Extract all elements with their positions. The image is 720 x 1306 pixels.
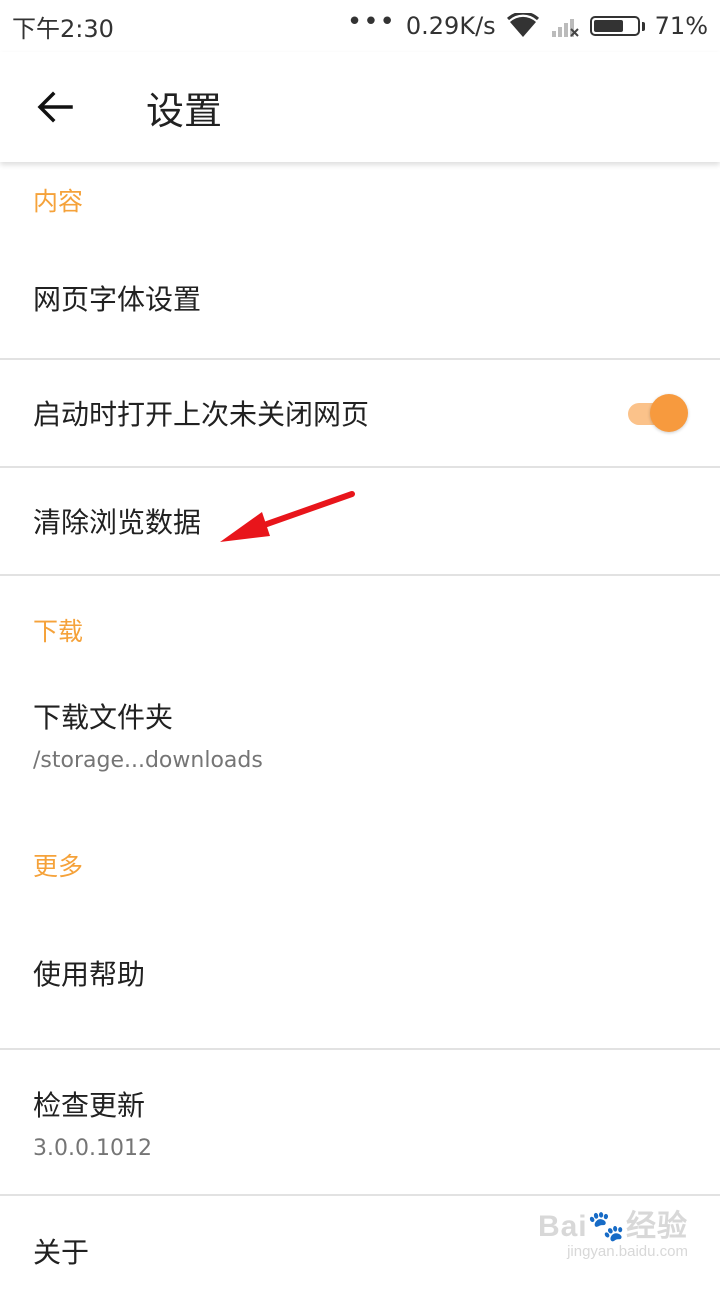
setting-label: 清除浏览数据 <box>33 506 202 539</box>
back-button[interactable] <box>0 52 110 162</box>
cell-signal-icon <box>551 19 579 37</box>
battery-icon <box>589 16 645 36</box>
setting-label: 下载文件夹 <box>33 701 174 734</box>
battery-percent: 71% <box>654 12 708 40</box>
setting-label: 网页字体设置 <box>33 283 202 316</box>
more-dots-icon: ••• <box>346 7 396 37</box>
watermark-url: jingyan.baidu.com <box>567 1243 688 1260</box>
arrow-left-icon <box>37 91 73 123</box>
status-bar: 下午2:30 ••• 0.29K/s 71% <box>0 0 720 52</box>
setting-check-update[interactable]: 检查更新 3.0.0.1012 <box>0 1050 720 1196</box>
setting-download-folder[interactable]: 下载文件夹 /storage...downloads <box>0 684 720 832</box>
setting-subtitle: /storage...downloads <box>33 748 263 773</box>
wifi-icon <box>506 13 539 37</box>
section-header-download: 下载 <box>33 617 84 646</box>
setting-subtitle: 3.0.0.1012 <box>33 1135 152 1161</box>
setting-help[interactable]: 使用帮助 <box>0 898 720 1050</box>
setting-restore-tabs[interactable]: 启动时打开上次未关闭网页 <box>0 360 720 468</box>
status-time: 下午2:30 <box>12 14 114 43</box>
setting-font[interactable]: 网页字体设置 <box>0 238 720 360</box>
setting-label: 使用帮助 <box>33 958 146 991</box>
restore-tabs-toggle[interactable] <box>628 393 688 433</box>
page-title: 设置 <box>146 88 223 133</box>
section-header-content: 内容 <box>33 187 84 216</box>
section-header-more: 更多 <box>33 852 84 881</box>
network-speed: 0.29K/s <box>405 12 496 40</box>
setting-label: 启动时打开上次未关闭网页 <box>33 398 370 431</box>
setting-label: 检查更新 <box>33 1088 146 1122</box>
app-bar: 设置 <box>0 52 720 162</box>
watermark-title: Bai🐾经验 <box>537 1210 688 1243</box>
settings-list: 内容 网页字体设置 启动时打开上次未关闭网页 清除浏览数据 下载 下载文件夹 /… <box>0 162 720 1306</box>
watermark-logo: Bai🐾经验 jingyan.baidu.com <box>538 1201 688 1260</box>
setting-clear-data[interactable]: 清除浏览数据 <box>0 468 720 576</box>
